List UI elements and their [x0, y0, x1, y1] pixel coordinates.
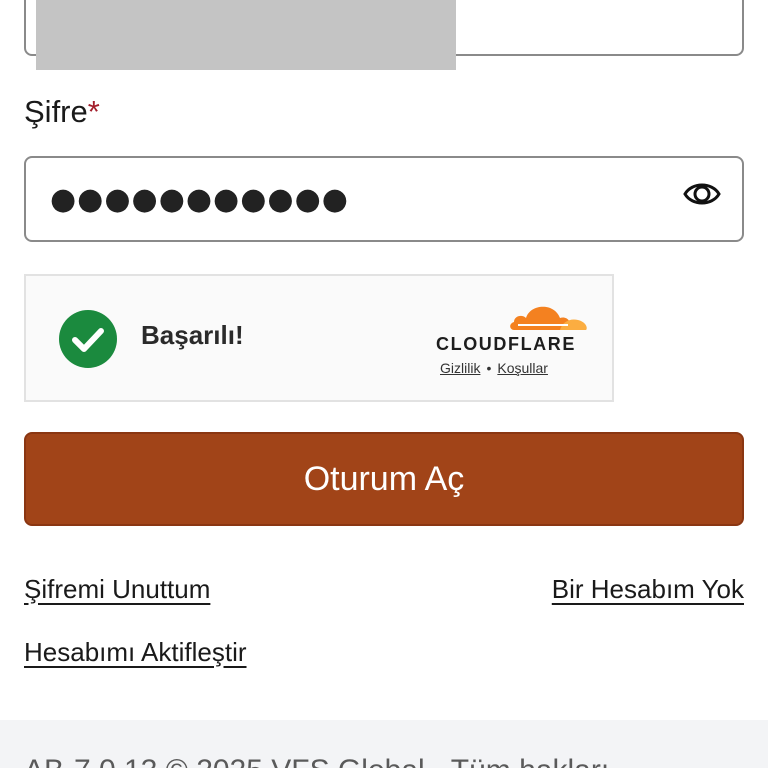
sign-in-button[interactable]: Oturum Aç: [24, 432, 744, 526]
footer-text: AB-7.0.13 © 2025 VFS Global - Tüm haklar…: [24, 754, 609, 768]
links-separator: •: [486, 360, 492, 376]
success-check-icon: [58, 309, 118, 369]
eye-icon[interactable]: [682, 176, 722, 212]
forgot-password-link[interactable]: Şifremi Unuttum: [24, 571, 210, 607]
password-label: Şifre*: [24, 94, 100, 129]
password-input[interactable]: ●●●●●●●●●●●: [24, 156, 744, 242]
terms-link[interactable]: Koşullar: [497, 360, 548, 376]
cloudflare-cloud-icon: [504, 298, 590, 334]
captcha-widget: Başarılı! CLOUDFLARE Gizlilik • Koşullar: [24, 274, 614, 402]
captcha-links: Gizlilik • Koşullar: [440, 360, 548, 376]
captcha-status: Başarılı!: [141, 320, 244, 350]
password-value: ●●●●●●●●●●●: [50, 182, 349, 217]
privacy-link[interactable]: Gizlilik: [440, 360, 480, 376]
redacted-value: [36, 0, 456, 70]
activate-account-link[interactable]: Hesabımı Aktifleştir: [24, 634, 247, 670]
footer: AB-7.0.13 © 2025 VFS Global - Tüm haklar…: [0, 720, 768, 768]
cloudflare-wordmark: CLOUDFLARE: [436, 334, 576, 354]
no-account-link[interactable]: Bir Hesabım Yok: [552, 571, 744, 607]
required-marker: *: [87, 94, 100, 129]
